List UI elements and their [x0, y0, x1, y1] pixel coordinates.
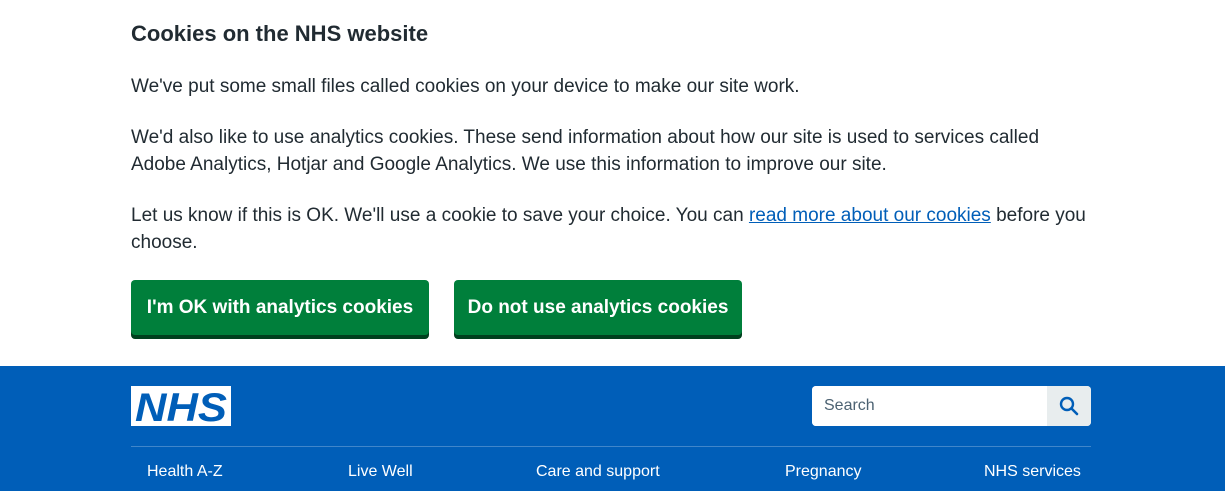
- cookie-banner-heading: Cookies on the NHS website: [131, 21, 429, 46]
- reject-analytics-cookies-button[interactable]: Do not use analytics cookies: [454, 280, 742, 335]
- accept-analytics-cookies-button[interactable]: I'm OK with analytics cookies: [131, 280, 429, 335]
- nhs-logo-text: NHS: [135, 386, 227, 426]
- search-icon: [1059, 396, 1079, 416]
- nhs-logo[interactable]: NHS: [131, 386, 231, 426]
- cookie-choice-text: Let us know if this is OK. We'll use a c…: [131, 202, 1091, 256]
- nhs-logo-icon: NHS: [131, 386, 231, 426]
- nav-item-care-and-support[interactable]: Care and support: [536, 463, 660, 481]
- cookie-intro-text: We've put some small files called cookie…: [131, 76, 800, 97]
- analytics-cookies-text: We'd also like to use analytics cookies.…: [131, 127, 1040, 175]
- nav-item-pregnancy[interactable]: Pregnancy: [785, 463, 862, 481]
- search-input[interactable]: [812, 386, 1047, 426]
- cookie-banner: Cookies on the NHS website We've put som…: [0, 0, 1225, 366]
- nav-item-live-well[interactable]: Live Well: [348, 463, 413, 481]
- nav-item-nhs-services[interactable]: NHS services: [984, 463, 1081, 481]
- cookie-choice-text-start: Let us know if this is OK. We'll use a c…: [131, 205, 749, 226]
- site-header: NHS Health A-Z Live Well Care and suppor…: [0, 366, 1225, 491]
- read-more-cookies-link[interactable]: read more about our cookies: [749, 205, 991, 226]
- search-button[interactable]: [1047, 386, 1091, 426]
- nav-item-health-a-z[interactable]: Health A-Z: [147, 463, 223, 481]
- search-box: [812, 386, 1091, 426]
- main-navigation: Health A-Z Live Well Care and support Pr…: [131, 447, 1091, 491]
